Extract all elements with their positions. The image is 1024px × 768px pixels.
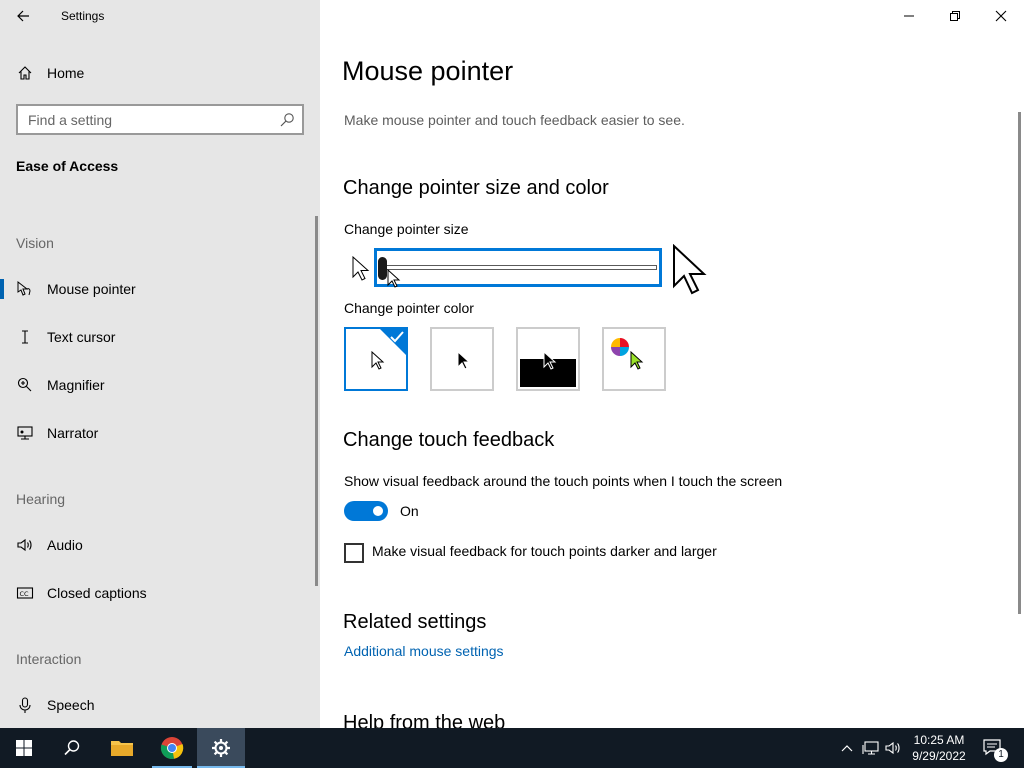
- narrator-icon: [16, 424, 34, 442]
- app-title: Settings: [61, 9, 105, 23]
- pointer-color-label: Change pointer color: [344, 300, 474, 316]
- sidebar-scrollbar[interactable]: [315, 216, 318, 586]
- show-hidden-icons-button[interactable]: [838, 728, 856, 768]
- svg-text:CC: CC: [20, 590, 30, 598]
- back-arrow-icon: [17, 10, 29, 22]
- sidebar: Settings Home Find a setting Ease of Acc…: [0, 0, 320, 728]
- settings-taskbar-button[interactable]: [197, 728, 245, 768]
- pointer-size-label: Change pointer size: [344, 221, 469, 237]
- minimize-button[interactable]: [886, 0, 932, 32]
- cursor-icon: [387, 269, 401, 288]
- folder-icon: [111, 741, 133, 756]
- pointer-size-slider[interactable]: [374, 248, 662, 288]
- toggle-knob: [373, 506, 383, 516]
- sidebar-item-label: Narrator: [47, 425, 99, 441]
- white-pointer-icon: [371, 351, 385, 370]
- close-icon: [995, 10, 1007, 22]
- group-label-hearing: Hearing: [16, 491, 66, 507]
- pointer-color-custom-option[interactable]: [602, 327, 666, 391]
- sidebar-item-label: Mouse pointer: [47, 281, 136, 297]
- search-icon: [64, 740, 80, 756]
- sidebar-item-speech[interactable]: Speech: [0, 685, 318, 725]
- restore-icon: [950, 11, 960, 21]
- taskbar-clock[interactable]: 10:25 AM 9/29/2022: [906, 732, 972, 764]
- gear-icon: [212, 739, 230, 757]
- inverted-pointer-icon: [543, 351, 557, 370]
- title-bar: Settings: [0, 0, 320, 32]
- sidebar-item-label: Text cursor: [47, 329, 116, 345]
- closed-captions-icon: CC: [16, 584, 34, 602]
- minimize-icon: [904, 15, 914, 17]
- pointer-color-white-option[interactable]: [344, 327, 408, 391]
- group-label-vision: Vision: [16, 235, 54, 251]
- touch-feedback-description: Show visual feedback around the touch po…: [344, 473, 783, 489]
- mouse-pointer-icon: [16, 280, 34, 298]
- sidebar-item-label: Magnifier: [47, 377, 105, 393]
- microphone-icon: [16, 696, 34, 714]
- clock-date: 9/29/2022: [912, 749, 966, 763]
- sidebar-item-narrator[interactable]: Narrator: [0, 413, 318, 453]
- section-heading-touch: Change touch feedback: [343, 429, 555, 451]
- sidebar-item-label: Audio: [47, 537, 83, 553]
- chevron-up-icon: [841, 745, 853, 752]
- network-button[interactable]: [860, 728, 882, 768]
- color-wheel-icon: [611, 338, 629, 356]
- sidebar-item-magnifier[interactable]: Magnifier: [0, 365, 318, 405]
- restore-button[interactable]: [932, 0, 978, 32]
- network-icon: [862, 741, 879, 755]
- speaker-icon: [16, 536, 34, 554]
- volume-button[interactable]: [884, 728, 904, 768]
- sidebar-item-label: Closed captions: [47, 585, 147, 601]
- search-input[interactable]: Find a setting: [16, 104, 304, 135]
- taskbar: 10:25 AM 9/29/2022 1: [0, 728, 1024, 768]
- page-description: Make mouse pointer and touch feedback ea…: [344, 112, 685, 128]
- search-icon[interactable]: [279, 112, 295, 128]
- magnifier-icon: [16, 376, 34, 394]
- slider-thumb[interactable]: [378, 257, 387, 280]
- volume-icon: [885, 741, 900, 755]
- black-pointer-icon: [457, 351, 471, 370]
- taskbar-search-button[interactable]: [48, 728, 96, 768]
- additional-mouse-settings-link[interactable]: Additional mouse settings: [344, 643, 504, 659]
- pointer-color-inverted-option[interactable]: [516, 327, 580, 391]
- checkmark-icon: [390, 331, 404, 343]
- custom-pointer-icon: [630, 351, 644, 370]
- section-heading-related: Related settings: [343, 611, 487, 633]
- touch-feedback-toggle[interactable]: [344, 501, 388, 521]
- main-scrollbar[interactable]: [1018, 112, 1021, 614]
- back-button[interactable]: [0, 0, 46, 32]
- darker-larger-checkbox[interactable]: [344, 543, 364, 563]
- clock-time: 10:25 AM: [913, 733, 965, 747]
- text-cursor-icon: [16, 328, 34, 346]
- chrome-icon: [160, 737, 184, 759]
- section-heading-pointer: Change pointer size and color: [343, 177, 609, 199]
- action-center-button[interactable]: 1: [976, 728, 1010, 768]
- checkbox-label[interactable]: Make visual feedback for touch points da…: [372, 543, 717, 559]
- search-placeholder: Find a setting: [28, 111, 113, 128]
- large-pointer-icon: [673, 244, 707, 295]
- sidebar-item-label: Speech: [47, 697, 95, 713]
- close-button[interactable]: [978, 0, 1024, 32]
- group-label-interaction: Interaction: [16, 651, 82, 667]
- page-title: Mouse pointer: [342, 56, 514, 86]
- section-title: Ease of Access: [16, 158, 119, 174]
- windows-logo-icon: [16, 740, 32, 756]
- toggle-state-label: On: [400, 503, 419, 519]
- small-pointer-icon: [352, 256, 370, 281]
- slider-track[interactable]: [381, 265, 657, 270]
- sidebar-item-label: Home: [47, 65, 85, 81]
- file-explorer-button[interactable]: [98, 728, 146, 768]
- sidebar-item-audio[interactable]: Audio: [0, 525, 318, 565]
- sidebar-item-text-cursor[interactable]: Text cursor: [0, 317, 318, 357]
- sidebar-item-mouse-pointer[interactable]: Mouse pointer: [0, 269, 318, 309]
- start-button[interactable]: [0, 728, 48, 768]
- sidebar-item-closed-captions[interactable]: CC Closed captions: [0, 573, 318, 613]
- home-icon: [17, 65, 33, 81]
- pointer-color-black-option[interactable]: [430, 327, 494, 391]
- chrome-button[interactable]: [148, 728, 196, 768]
- sidebar-item-home[interactable]: Home: [0, 58, 320, 88]
- notification-badge: 1: [994, 748, 1008, 762]
